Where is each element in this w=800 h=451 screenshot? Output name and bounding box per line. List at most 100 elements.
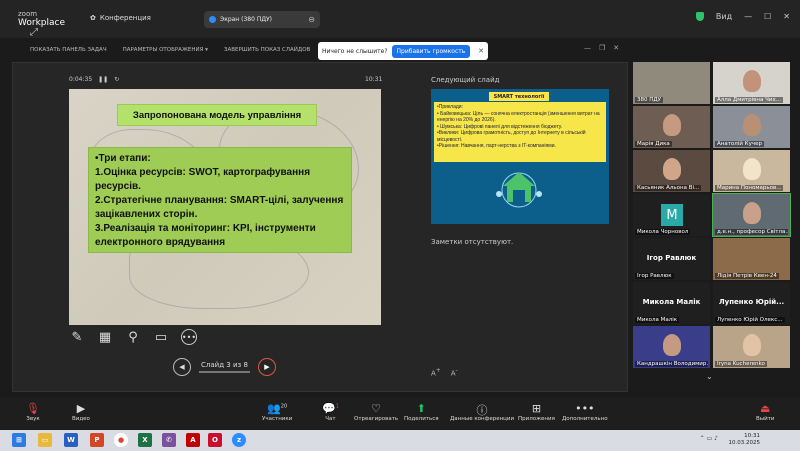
taskbar-time: 10:31: [744, 433, 760, 439]
video-button[interactable]: ▶ Видео: [72, 402, 90, 422]
zoom-taskbar-icon[interactable]: z: [232, 433, 246, 447]
close-icon[interactable]: ✕: [783, 12, 790, 21]
increase-volume-button[interactable]: Прибавить громкость: [391, 44, 471, 58]
screen-icon[interactable]: ▭: [153, 329, 169, 345]
maximize-icon[interactable]: ☐: [764, 12, 771, 21]
participant-center-name: Лупенко Юрій...: [718, 298, 785, 306]
chat-button[interactable]: 💬1 Чат: [322, 402, 339, 422]
view-label[interactable]: Вид: [716, 12, 732, 21]
close-prompt-icon[interactable]: ✕: [478, 47, 484, 55]
participant-tile[interactable]: Анатолій Кучер: [713, 106, 790, 148]
leave-button[interactable]: ⏏ Выйти: [756, 402, 774, 422]
word-icon[interactable]: W: [64, 433, 78, 447]
apps-label: Приложения: [518, 416, 555, 422]
participant-center-name: Микола Малік: [642, 298, 701, 306]
all-slides-icon[interactable]: ▦: [97, 329, 113, 345]
participant-tile[interactable]: Ігор Равлюк Ігор Равлюк: [633, 238, 710, 280]
video-face: [663, 334, 681, 356]
fullscreen-icon[interactable]: ⤢: [30, 27, 38, 38]
participant-tile[interactable]: Iryna Kucherenko: [713, 326, 790, 368]
apps-button[interactable]: ⊞ Приложения: [518, 402, 555, 422]
system-tray-icons[interactable]: ⌃ ▭ ♪: [700, 435, 718, 442]
meeting-info-button[interactable]: ⓘ Данные конференции: [450, 402, 514, 422]
video-face: [743, 114, 761, 136]
end-slideshow-button[interactable]: ЗАВЕРШИТЬ ПОКАЗ СЛАЙДОВ: [224, 47, 310, 53]
notes-font-controls: A+ A-: [431, 368, 458, 377]
chat-icon: 💬1: [322, 402, 339, 415]
share-indicator-icon: [209, 16, 216, 23]
taskbar-clock[interactable]: 10:31 10.03.2025: [729, 433, 761, 447]
excel-icon[interactable]: X: [138, 433, 152, 447]
screen-share-tab[interactable]: Экран (380 ПДУ) ⊖: [204, 11, 320, 28]
slide-line: 3.Реалізація та моніторинг: KPI, інструм…: [95, 223, 316, 248]
next-slide-button[interactable]: ▶: [257, 358, 276, 376]
participant-tile[interactable]: Лупенко Юрій... Лупенко Юрій Олекс...: [713, 282, 790, 324]
show-taskbar-button[interactable]: ПОКАЗАТЬ ПАНЕЛЬ ЗАДАЧ: [30, 47, 107, 53]
chrome-icon[interactable]: ●: [114, 433, 128, 447]
pause-icon[interactable]: ❚❚: [98, 76, 108, 83]
zoom-window: zoom Workplace ✿ Конференция Экран (380 …: [0, 0, 800, 451]
video-face: [663, 158, 681, 180]
participants-label: Участники: [262, 416, 293, 422]
video-face: [743, 334, 761, 356]
participants-button[interactable]: 👥20 Участники: [262, 402, 292, 422]
participant-name: д.е.н., професор Світла...: [715, 229, 788, 235]
close-share-icon[interactable]: ⊖: [308, 15, 315, 24]
pdf-icon[interactable]: A: [186, 433, 200, 447]
mic-muted-icon: 🎙: [26, 402, 40, 415]
slide-title: Запропонована модель управління: [117, 104, 317, 126]
presenter-tools: ✎ ▦ ⚲ ▭ •••: [69, 329, 197, 345]
participant-tile[interactable]: д.е.н., професор Світла...: [712, 193, 791, 237]
prev-slide-button[interactable]: ◀: [173, 358, 191, 376]
windows-start-icon[interactable]: ⊞: [12, 433, 26, 447]
powerpoint-icon[interactable]: P: [90, 433, 104, 447]
share-button[interactable]: ⬆ Поделиться: [404, 402, 439, 422]
share-toolbar: ПОКАЗАТЬ ПАНЕЛЬ ЗАДАЧ ПАРАМЕТРЫ ОТОБРАЖЕ…: [30, 47, 310, 53]
close-icon[interactable]: ✕: [613, 44, 619, 52]
decrease-font-icon[interactable]: A-: [451, 368, 458, 377]
share-screen-icon: ⬆: [416, 402, 426, 415]
more-button[interactable]: ••• Дополнительно: [562, 402, 608, 422]
viber-icon[interactable]: ✆: [162, 433, 176, 447]
chevron-down-icon[interactable]: ⌄: [706, 372, 713, 381]
participant-name: Iryna Kucherenko: [715, 361, 767, 367]
participant-name: Микола Малік: [635, 317, 680, 323]
conference-menu[interactable]: ✿ Конференция: [90, 14, 151, 22]
next-slide-preview[interactable]: SMART технології •Приклади: • Байковецьк…: [431, 89, 609, 224]
slide-counter: Слайд 3 из 8: [199, 361, 250, 373]
camera-icon: ▶: [76, 402, 86, 415]
restore-icon[interactable]: ❐: [599, 44, 605, 52]
participant-name: Ігор Равлюк: [635, 273, 674, 279]
presenter-window-controls: — ❐ ✕: [584, 44, 619, 52]
participant-name: Касьяник Альона Ві...: [635, 185, 702, 191]
increase-font-icon[interactable]: A+: [431, 368, 441, 377]
participants-icon: 👥20: [267, 402, 288, 415]
smart-house-icon: [496, 172, 542, 208]
participant-tile[interactable]: Микола Малік Микола Малік: [633, 282, 710, 324]
display-settings-button[interactable]: ПАРАМЕТРЫ ОТОБРАЖЕНИЯ ▾: [123, 47, 208, 53]
participant-tile[interactable]: Алла Дмитрівна Чих...: [713, 62, 790, 104]
participant-tile[interactable]: Марина Пономарьов...: [713, 150, 790, 192]
audio-button[interactable]: 🎙 Звук: [26, 402, 40, 422]
restart-icon[interactable]: ↻: [114, 76, 119, 83]
leave-icon: ⏏: [760, 402, 771, 415]
opera-icon[interactable]: O: [208, 433, 222, 447]
zoom-search-icon[interactable]: ⚲: [125, 329, 141, 345]
participant-center-name: Ігор Равлюк: [646, 254, 697, 262]
react-button[interactable]: ♡ Отреагировать: [354, 402, 398, 422]
file-explorer-icon[interactable]: ▭: [38, 433, 52, 447]
more-icon: •••: [575, 402, 595, 415]
participant-tile[interactable]: Касьяник Альона Ві...: [633, 150, 710, 192]
minimize-icon[interactable]: —: [744, 12, 752, 21]
participant-tile[interactable]: M Микола Чорновол: [633, 194, 710, 236]
presenter-view: 0:04:35 ❚❚ ↻ 10:31 Следующий слайд Запро…: [12, 62, 628, 392]
participant-tile[interactable]: Кандрашкін Володимир...: [633, 326, 710, 368]
participant-tile[interactable]: 380 ПДУ: [633, 62, 710, 104]
more-options-icon[interactable]: •••: [181, 329, 197, 345]
conference-label: Конференция: [99, 14, 151, 22]
pen-icon[interactable]: ✎: [69, 329, 85, 345]
participant-name: 380 ПДУ: [635, 97, 664, 103]
participant-tile[interactable]: Марія Дика: [633, 106, 710, 148]
participant-tile[interactable]: Лідія Петрів Квен-24: [713, 238, 790, 280]
minimize-icon[interactable]: —: [584, 44, 591, 52]
